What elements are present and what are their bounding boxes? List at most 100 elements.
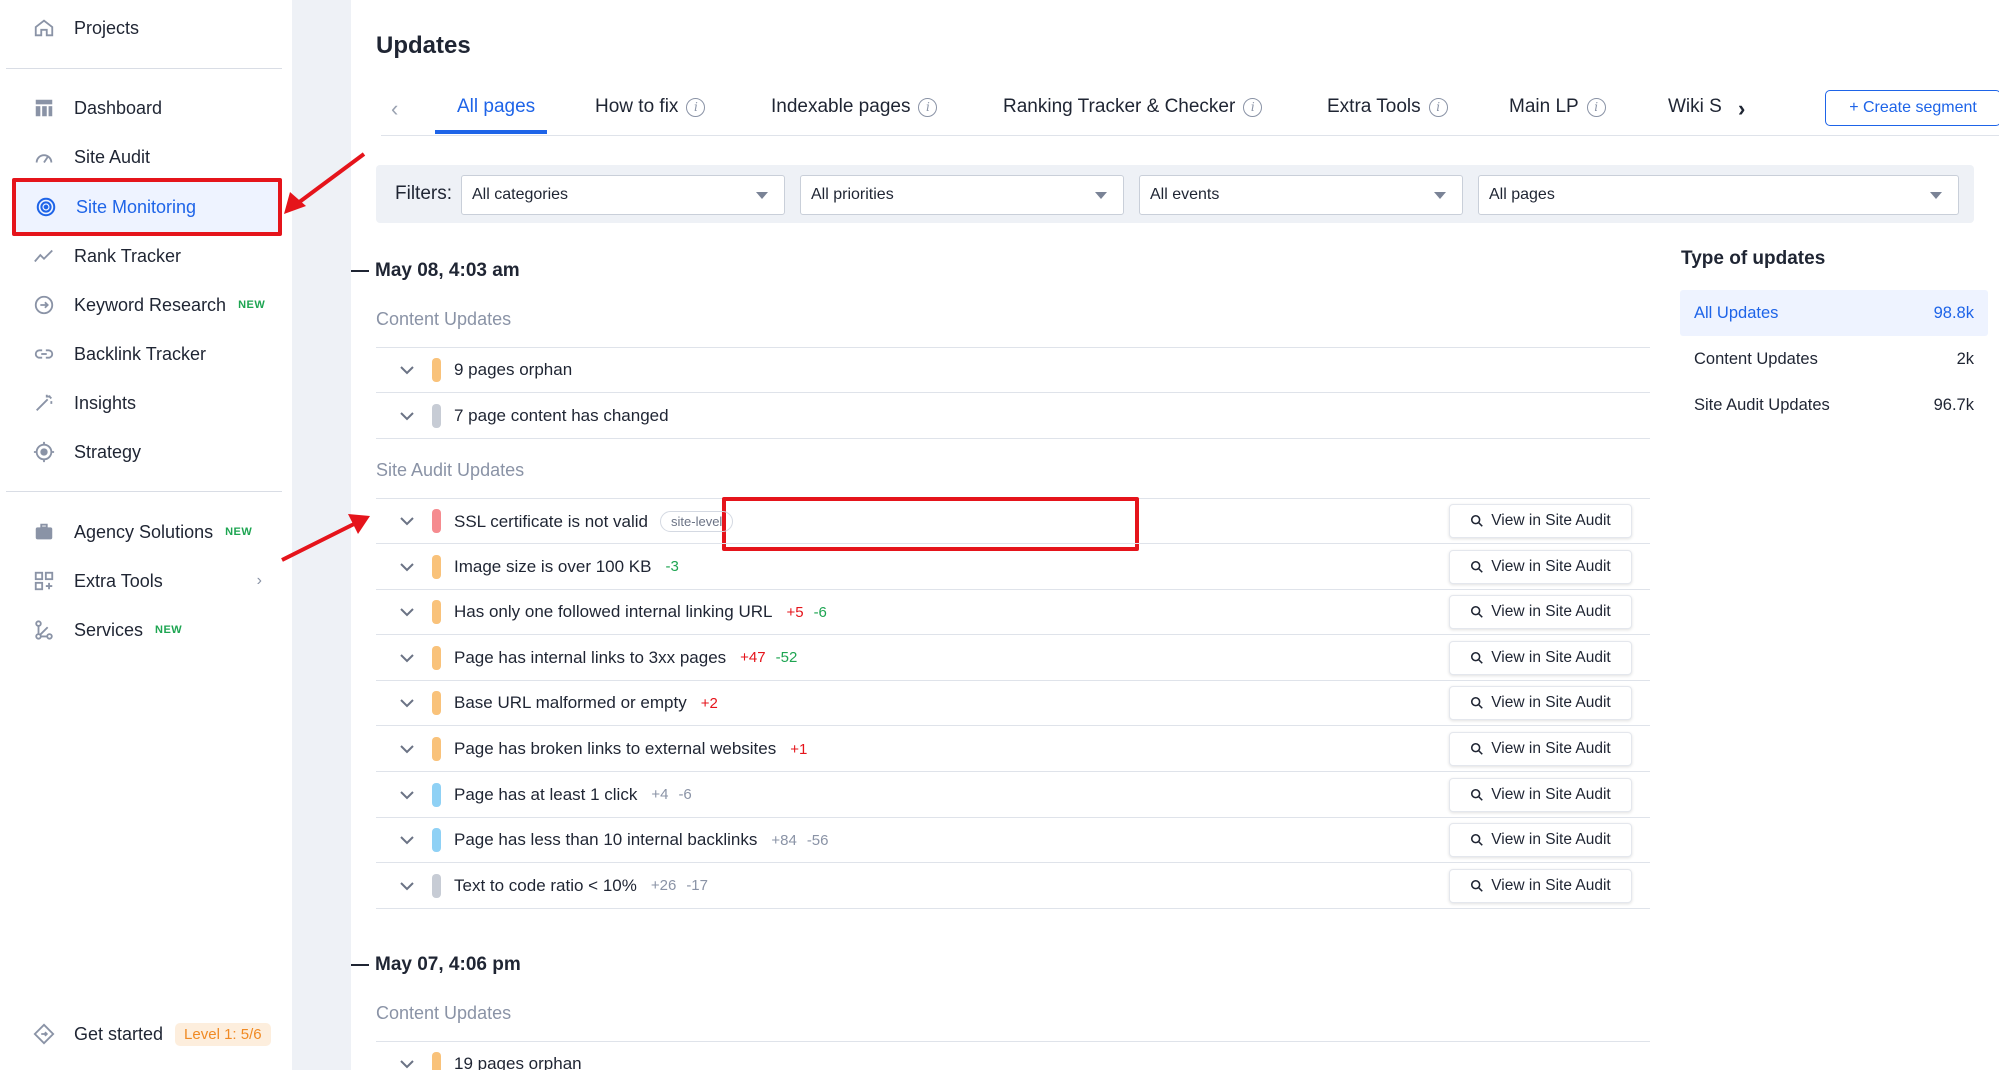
event-select[interactable]: All events	[1139, 175, 1463, 215]
priority-select[interactable]: All priorities	[800, 175, 1124, 215]
info-icon[interactable]: i	[1243, 97, 1263, 117]
view-in-site-audit-button[interactable]: View in Site Audit	[1449, 777, 1632, 812]
tab-ranking-tracker[interactable]: Ranking Tracker & Checker i	[1003, 96, 1263, 118]
update-row[interactable]: Page has at least 1 click +4 -6 View in Sit…	[376, 773, 1650, 818]
delta-count: +84	[771, 831, 797, 849]
chevron-down-icon[interactable]	[398, 361, 416, 379]
delta-count: -6	[813, 603, 827, 621]
new-badge: NEW	[238, 299, 266, 311]
sidebar-item-dashboard[interactable]: Dashboard	[14, 85, 282, 131]
chevron-down-icon[interactable]	[398, 694, 416, 712]
priority-indicator	[432, 554, 441, 579]
chevron-down-icon[interactable]	[398, 877, 416, 895]
delta-count: +26	[650, 877, 677, 895]
collapse-icon	[351, 964, 369, 966]
update-row[interactable]: Has only one followed internal linking U…	[376, 590, 1650, 636]
home-icon	[30, 14, 58, 42]
tab-label: All pages	[457, 96, 536, 117]
update-row[interactable]: 7 page content has changed	[376, 394, 1650, 439]
chevron-down-icon[interactable]	[398, 740, 416, 758]
info-icon[interactable]: i	[686, 97, 706, 117]
sidebar-item-keyword-research[interactable]: Keyword Research NEW	[14, 282, 282, 328]
sidebar-item-agency-solutions[interactable]: Agency Solutions NEW	[14, 509, 282, 555]
priority-indicator	[432, 691, 441, 716]
update-row[interactable]: Image size is over 100 KB -3 View in Site …	[376, 545, 1650, 590]
info-icon[interactable]: i	[918, 97, 938, 117]
sidebar-item-strategy[interactable]: Strategy	[14, 429, 282, 475]
tab-wiki[interactable]: Wiki S	[1668, 96, 1722, 118]
update-text: SSL certificate is not valid	[454, 511, 649, 531]
tab-extra-tools[interactable]: Extra Tools i	[1327, 96, 1448, 118]
chevron-down-icon[interactable]	[398, 786, 416, 804]
update-text: Text to code ratio < 10%	[454, 875, 637, 895]
sidebar-item-services[interactable]: Services NEW	[14, 607, 282, 653]
sidebar-divider	[6, 68, 282, 69]
view-in-site-audit-button[interactable]: View in Site Audit	[1449, 504, 1632, 538]
update-row[interactable]: Page has broken links to external websit…	[376, 727, 1650, 772]
update-label: Image size is over 100 KB -3	[454, 557, 679, 577]
update-row[interactable]: Text to code ratio < 10% +26 -17 View in Si…	[376, 864, 1650, 909]
priority-indicator	[432, 600, 441, 625]
chevron-down-icon[interactable]	[398, 649, 416, 667]
sidebar-item-insights[interactable]: Insights	[14, 380, 282, 426]
sidebar-item-site-audit[interactable]: Site Audit	[14, 134, 282, 180]
group-label: Content Updates	[376, 309, 512, 329]
button-label: View in Site Audit	[1491, 785, 1611, 803]
chevron-left-icon[interactable]: ‹	[391, 96, 398, 122]
update-row[interactable]: Page has less than 10 internal backlinks…	[376, 818, 1650, 864]
chevron-down-icon[interactable]	[398, 831, 416, 849]
updates-filter-content[interactable]: Content Updates 2k	[1680, 336, 1988, 382]
chevron-down-icon[interactable]	[398, 1055, 416, 1070]
chevron-down-icon[interactable]	[398, 603, 416, 621]
updates-filter-site-audit[interactable]: Site Audit Updates 96.7k	[1680, 382, 1988, 428]
pages-select[interactable]: All pages	[1478, 175, 1959, 215]
tab-label: Extra Tools	[1327, 96, 1421, 117]
info-icon[interactable]: i	[1428, 97, 1448, 117]
tab-main-lp[interactable]: Main LP i	[1509, 96, 1606, 118]
sidebar-item-extra-tools[interactable]: Extra Tools ›	[14, 558, 282, 604]
search-icon	[1471, 742, 1484, 755]
tab-how-to-fix[interactable]: How to fix i	[595, 96, 706, 118]
button-label: View in Site Audit	[1491, 512, 1611, 529]
view-in-site-audit-button[interactable]: View in Site Audit	[1449, 549, 1632, 584]
sidebar-item-site-monitoring[interactable]: Site Monitoring	[12, 178, 282, 236]
sidebar-item-rank-tracker[interactable]: Rank Tracker	[14, 233, 282, 279]
update-row[interactable]: 19 pages orphan	[376, 1042, 1650, 1070]
new-badge: NEW	[155, 624, 183, 636]
sidebar-divider	[6, 491, 282, 492]
info-icon[interactable]: i	[1586, 97, 1606, 117]
priority-indicator	[432, 737, 441, 761]
update-row[interactable]: SSL certificate is not valid site-level Vi…	[376, 499, 1650, 544]
view-in-site-audit-button[interactable]: View in Site Audit	[1449, 595, 1632, 630]
chevron-down-icon[interactable]	[398, 407, 416, 425]
update-row[interactable]: 9 pages orphan	[376, 348, 1650, 393]
priority-indicator	[432, 828, 441, 853]
chevron-right-icon[interactable]: ›	[1738, 96, 1745, 122]
sidebar-item-label: Dashboard	[74, 97, 163, 118]
chevron-down-icon[interactable]	[398, 512, 416, 530]
update-text: Page has less than 10 internal backlinks	[454, 830, 758, 850]
sidebar-item-backlink-tracker[interactable]: Backlink Tracker	[14, 331, 282, 377]
new-badge: NEW	[225, 526, 253, 538]
tab-indexable-pages[interactable]: Indexable pages i	[771, 96, 938, 118]
delta-count: +4	[651, 786, 669, 804]
updates-filter-all[interactable]: All Updates 98.8k	[1680, 290, 1988, 336]
date-heading[interactable]: May 07, 4:06 pm	[351, 954, 521, 976]
view-in-site-audit-button[interactable]: View in Site Audit	[1449, 686, 1632, 721]
update-row[interactable]: Base URL malformed or empty +2 View in Sit…	[376, 681, 1650, 727]
tab-all-pages[interactable]: All pages	[457, 96, 535, 118]
view-in-site-audit-button[interactable]: View in Site Audit	[1449, 868, 1632, 903]
update-row[interactable]: Page has internal links to 3xx pages +47-…	[376, 636, 1650, 681]
sidebar-item-projects[interactable]: Projects	[14, 5, 282, 51]
view-in-site-audit-button[interactable]: View in Site Audit	[1449, 640, 1632, 675]
update-text: Base URL malformed or empty	[454, 693, 687, 713]
category-select[interactable]: All categories	[461, 175, 785, 215]
view-in-site-audit-button[interactable]: View in Site Audit	[1449, 732, 1632, 766]
sidebar-item-get-started[interactable]: Get started Level 1: 5/6	[14, 1011, 282, 1057]
create-segment-button[interactable]: + Create segment	[1825, 90, 1999, 126]
date-heading[interactable]: May 08, 4:03 am	[351, 260, 520, 282]
priority-indicator	[432, 873, 441, 898]
view-in-site-audit-button[interactable]: View in Site Audit	[1449, 823, 1632, 858]
chevron-down-icon[interactable]	[398, 558, 416, 576]
annotation-arrow	[281, 514, 370, 562]
